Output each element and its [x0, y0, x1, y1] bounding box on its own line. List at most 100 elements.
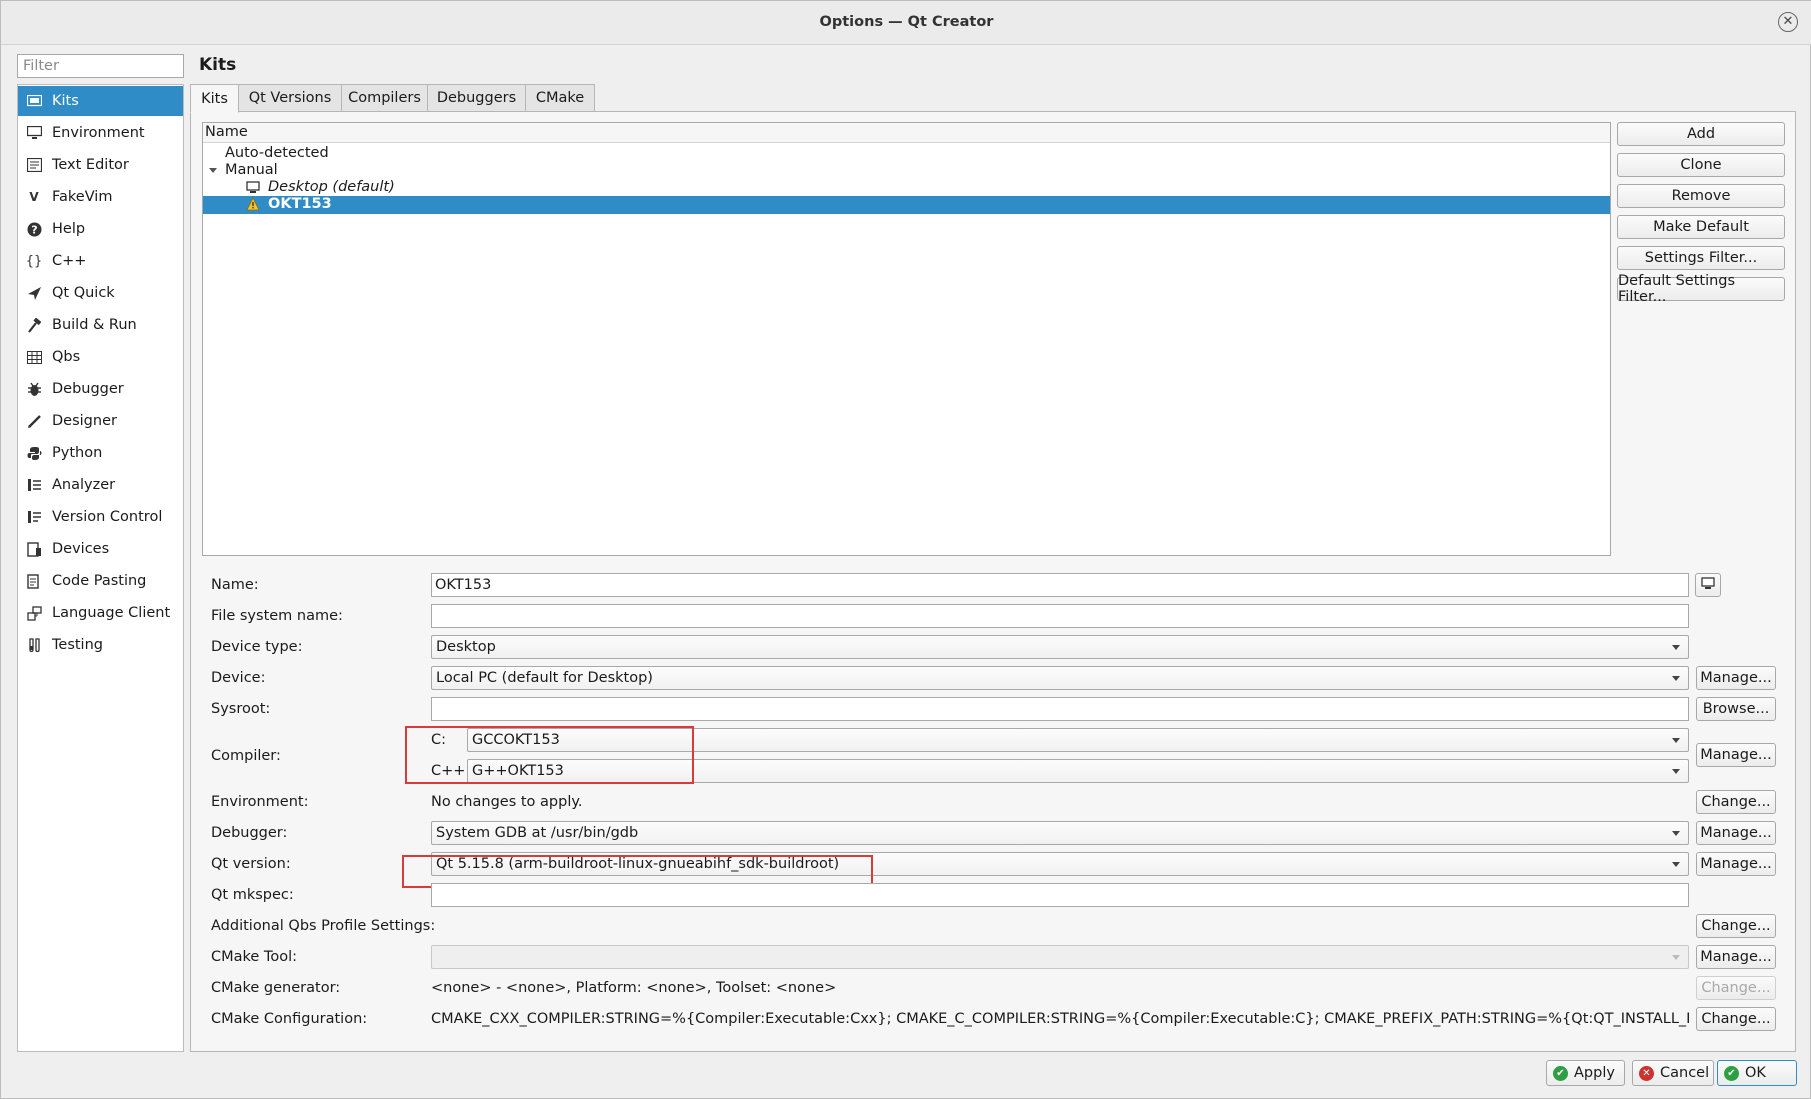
default-settings-filter-button[interactable]: Default Settings Filter...	[1617, 273, 1785, 305]
fs-name-field[interactable]	[431, 604, 1689, 628]
sidebar-item-code-pasting[interactable]: Code Pasting	[18, 566, 183, 596]
sidebar-item-qt-quick[interactable]: Qt Quick	[18, 278, 183, 308]
sysroot-browse-button[interactable]: Browse...	[1696, 697, 1776, 721]
sidebar-item-build-run[interactable]: Build & Run	[18, 310, 183, 340]
sidebar-item-devices[interactable]: Devices	[18, 534, 183, 564]
make-default-button[interactable]: Make Default	[1617, 215, 1785, 239]
tree-row-okt153[interactable]: OKT153	[203, 196, 1610, 214]
qbs-icon	[26, 349, 42, 365]
kits-icon	[26, 93, 42, 109]
sysroot-label: Sysroot:	[211, 701, 271, 717]
add-button[interactable]: Add	[1617, 122, 1785, 146]
sidebar-item-language-client[interactable]: Language Client	[18, 598, 183, 628]
sidebar-item-fakevim[interactable]: V FakeVim	[18, 182, 183, 212]
cmake-tool-manage-button[interactable]: Manage...	[1696, 945, 1776, 969]
chevron-down-icon	[1672, 676, 1680, 681]
page-title: Kits	[199, 55, 237, 75]
chevron-down-icon	[1672, 738, 1680, 743]
chevron-down-icon	[1672, 831, 1680, 836]
check-icon: ✔	[1724, 1065, 1739, 1081]
tree-row-desktop[interactable]: Desktop (default)	[203, 179, 1610, 197]
ok-label: OK	[1745, 1065, 1766, 1081]
kits-tree[interactable]: Name Auto-detected Manual Desktop (defau…	[202, 122, 1611, 556]
compiler-label: Compiler:	[211, 748, 281, 764]
window-title: Options — Qt Creator	[819, 14, 994, 30]
chevron-down-icon	[1672, 645, 1680, 650]
sidebar-item-label: Python	[52, 445, 103, 461]
clone-button[interactable]: Clone	[1617, 153, 1785, 177]
devices-icon	[26, 541, 42, 557]
apply-label: Apply	[1574, 1065, 1615, 1081]
fs-name-label: File system name:	[211, 608, 343, 624]
testing-icon	[26, 637, 42, 653]
tree-row-label: Desktop (default)	[268, 179, 395, 195]
close-icon[interactable]: ✕	[1778, 12, 1798, 32]
cmake-generator-change-button[interactable]: Change...	[1696, 976, 1776, 1000]
debugger-select[interactable]: System GDB at /usr/bin/gdb	[431, 821, 1689, 845]
cancel-label: Cancel	[1660, 1065, 1710, 1081]
sidebar-item-designer[interactable]: Designer	[18, 406, 183, 436]
sidebar-item-label: Build & Run	[52, 317, 137, 333]
tree-header-name: Name	[203, 123, 1610, 143]
tree-row-manual[interactable]: Manual	[203, 162, 1610, 180]
name-label: Name:	[211, 577, 259, 593]
qt-version-manage-button[interactable]: Manage...	[1696, 852, 1776, 876]
sidebar-item-help[interactable]: ? Help	[18, 214, 183, 244]
qt-mkspec-field[interactable]	[431, 883, 1689, 907]
sidebar-item-version-control[interactable]: Version Control	[18, 502, 183, 532]
sysroot-field[interactable]	[431, 697, 1689, 721]
sidebar-item-label: FakeVim	[52, 189, 113, 205]
filter-input[interactable]	[17, 54, 184, 78]
sidebar-item-label: Qbs	[52, 349, 81, 365]
device-manage-button[interactable]: Manage...	[1696, 666, 1776, 690]
settings-filter-button[interactable]: Settings Filter...	[1617, 246, 1785, 270]
debugger-manage-button[interactable]: Manage...	[1696, 821, 1776, 845]
sidebar-item-analyzer[interactable]: Analyzer	[18, 470, 183, 500]
kit-icon-button[interactable]	[1695, 573, 1721, 597]
cmake-config-change-button[interactable]: Change...	[1696, 1007, 1776, 1031]
sidebar-item-testing[interactable]: Testing	[18, 630, 183, 660]
sidebar-item-text-editor[interactable]: Text Editor	[18, 150, 183, 180]
sidebar-item-python[interactable]: Python	[18, 438, 183, 468]
sidebar-item-label: Analyzer	[52, 477, 116, 493]
python-icon	[26, 445, 42, 461]
cancel-icon: ✕	[1639, 1065, 1654, 1081]
desktop-icon	[1701, 576, 1715, 594]
sidebar-item-label: Language Client	[52, 605, 171, 621]
warning-icon	[246, 197, 260, 216]
cancel-button[interactable]: ✕ Cancel	[1632, 1060, 1714, 1086]
options-dialog: Options — Qt Creator ✕ Kits Environment …	[0, 0, 1811, 1099]
ok-button[interactable]: ✔ OK	[1717, 1060, 1797, 1086]
sidebar-item-qbs[interactable]: Qbs	[18, 342, 183, 372]
cmake-config-label: CMake Configuration:	[211, 1011, 368, 1027]
tab-compilers[interactable]: Compilers	[341, 84, 428, 112]
sidebar-item-debugger[interactable]: Debugger	[18, 374, 183, 404]
device-select[interactable]: Local PC (default for Desktop)	[431, 666, 1689, 690]
pencil-icon	[26, 413, 42, 429]
sidebar-item-label: Qt Quick	[52, 285, 115, 301]
environment-label: Environment:	[211, 794, 309, 810]
tab-debuggers[interactable]: Debuggers	[427, 84, 526, 112]
remove-button[interactable]: Remove	[1617, 184, 1785, 208]
sidebar-item-environment[interactable]: Environment	[18, 118, 183, 148]
compiler-manage-button[interactable]: Manage...	[1696, 743, 1776, 767]
tab-qt-versions[interactable]: Qt Versions	[238, 84, 342, 112]
sidebar-item-label: Kits	[52, 93, 79, 109]
cmake-tool-select[interactable]	[431, 945, 1689, 969]
tree-row-auto-detected[interactable]: Auto-detected	[203, 145, 1610, 163]
sidebar-item-kits[interactable]: Kits	[18, 86, 183, 116]
cmake-generator-label: CMake generator:	[211, 980, 341, 996]
text-editor-icon	[26, 157, 42, 173]
sidebar-item-cpp[interactable]: {} C++	[18, 246, 183, 276]
tab-cmake[interactable]: CMake	[525, 84, 595, 112]
environment-change-button[interactable]: Change...	[1696, 790, 1776, 814]
compiler-highlight-box	[405, 726, 694, 784]
apply-button[interactable]: ✔ Apply	[1546, 1060, 1625, 1086]
qbs-profile-change-button[interactable]: Change...	[1696, 914, 1776, 938]
tree-row-label: OKT153	[268, 196, 332, 212]
hammer-icon	[26, 317, 42, 333]
tab-kits[interactable]: Kits	[190, 84, 239, 113]
expand-arrow-icon[interactable]	[209, 168, 217, 173]
name-field[interactable]: OKT153	[431, 573, 1689, 597]
device-type-select[interactable]: Desktop	[431, 635, 1689, 659]
